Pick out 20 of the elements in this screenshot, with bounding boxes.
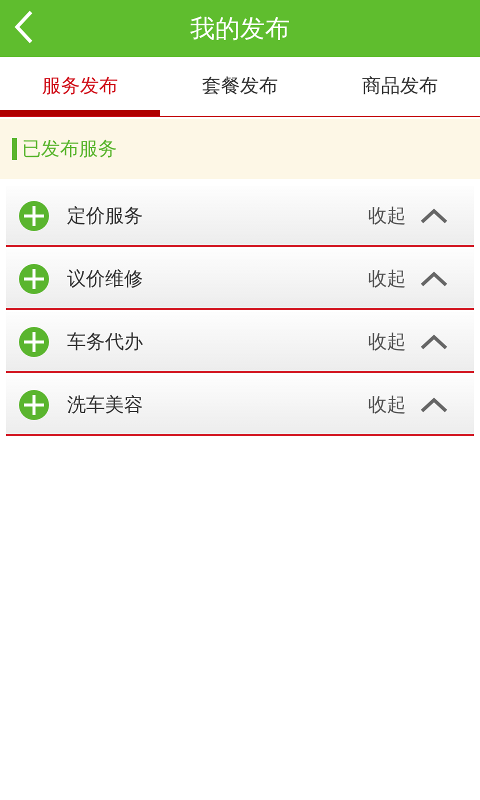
chevron-up-icon[interactable] xyxy=(420,270,448,286)
section-title: 已发布服务 xyxy=(22,137,117,162)
back-icon[interactable] xyxy=(14,10,34,44)
category-name: 车务代办 xyxy=(67,330,144,354)
category-name: 定价服务 xyxy=(67,204,144,228)
category-name: 洗车美容 xyxy=(67,392,144,418)
chevron-up-icon[interactable] xyxy=(420,396,448,412)
collapse-label[interactable]: 收起 xyxy=(368,392,406,418)
page-title: 我的发布 xyxy=(190,13,290,45)
add-icon[interactable] xyxy=(19,264,49,294)
collapse-label[interactable]: 收起 xyxy=(368,328,406,354)
category-name: 议价维修 xyxy=(67,266,144,292)
section-marker xyxy=(12,138,17,160)
add-icon[interactable] xyxy=(19,390,49,420)
collapse-label[interactable]: 收起 xyxy=(368,202,406,228)
chevron-up-icon[interactable] xyxy=(420,208,448,224)
chevron-up-icon[interactable] xyxy=(420,334,448,350)
collapse-label[interactable]: 收起 xyxy=(368,266,406,292)
add-icon[interactable] xyxy=(19,326,49,356)
add-icon[interactable] xyxy=(19,200,49,230)
